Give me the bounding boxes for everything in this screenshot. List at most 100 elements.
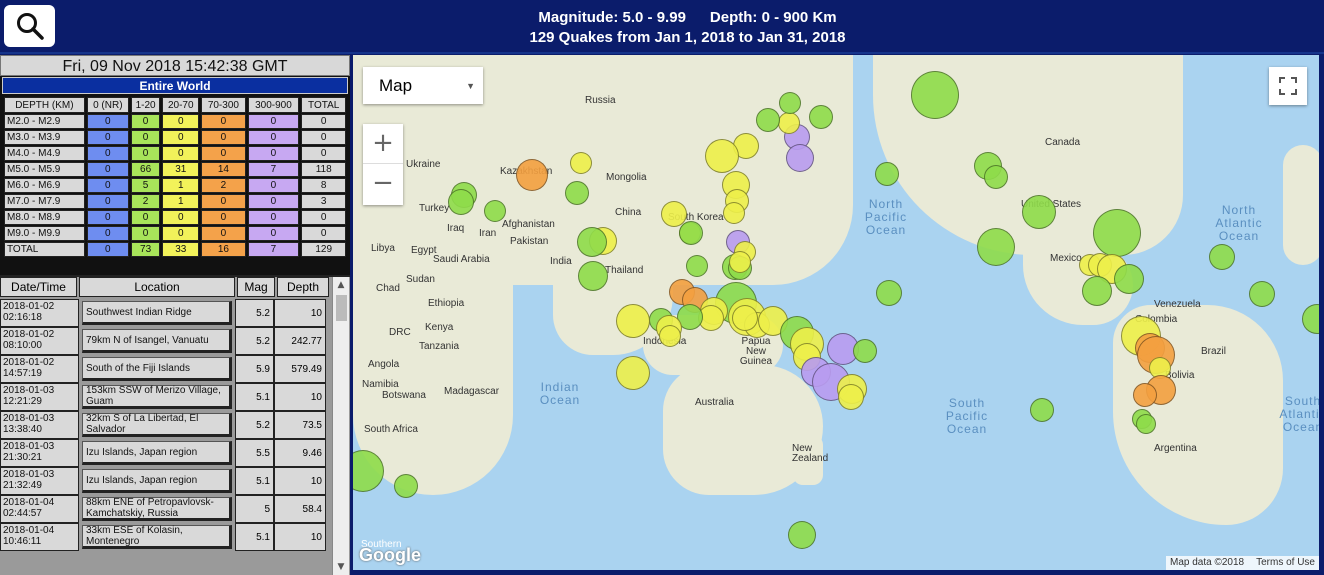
quake-marker[interactable] bbox=[1249, 281, 1275, 307]
stats-cell[interactable]: 129 bbox=[301, 242, 346, 257]
stats-cell[interactable]: 118 bbox=[301, 162, 346, 177]
quake-location-button[interactable]: 153km SSW of Merizo Village, Guam bbox=[82, 385, 232, 409]
quake-row[interactable]: 2018-01-02 08:10:00 79km N of Isangel, Van… bbox=[0, 327, 330, 355]
quake-marker[interactable] bbox=[1022, 195, 1056, 229]
stats-cell[interactable]: 0 bbox=[130, 146, 161, 161]
quake-marker[interactable] bbox=[756, 108, 780, 132]
quake-marker[interactable] bbox=[616, 304, 650, 338]
stats-cell[interactable]: 0 bbox=[86, 130, 129, 145]
stats-cell[interactable]: 2 bbox=[201, 178, 246, 193]
stats-cell[interactable]: 0 bbox=[86, 226, 129, 241]
scroll-down-icon[interactable]: ▼ bbox=[333, 559, 349, 575]
quake-marker[interactable] bbox=[448, 189, 474, 215]
quake-marker[interactable] bbox=[1133, 383, 1157, 407]
quake-marker[interactable] bbox=[1114, 264, 1144, 294]
quake-marker[interactable] bbox=[778, 112, 800, 134]
stats-cell[interactable]: 0 bbox=[301, 210, 346, 225]
quake-marker[interactable] bbox=[705, 139, 739, 173]
stats-cell[interactable]: 0 bbox=[301, 130, 346, 145]
stats-cell[interactable]: 0 bbox=[301, 114, 346, 129]
quake-marker[interactable] bbox=[1302, 304, 1319, 334]
stats-cell[interactable]: 1 bbox=[162, 178, 200, 193]
quake-marker[interactable] bbox=[484, 200, 506, 222]
stats-cell[interactable]: 0 bbox=[201, 226, 246, 241]
quake-marker[interactable] bbox=[616, 356, 650, 390]
quake-marker[interactable] bbox=[876, 280, 902, 306]
map-type-select[interactable]: Map ▼ bbox=[363, 67, 483, 104]
stats-cell[interactable]: 8 bbox=[301, 178, 346, 193]
quake-marker[interactable] bbox=[570, 152, 592, 174]
quake-marker[interactable] bbox=[686, 255, 708, 277]
stats-cell[interactable]: 0 bbox=[201, 130, 246, 145]
stats-cell[interactable]: 0 bbox=[162, 226, 200, 241]
quake-location-button[interactable]: 32km S of La Libertad, El Salvador bbox=[82, 413, 232, 437]
quake-location-button[interactable]: 79km N of Isangel, Vanuatu bbox=[82, 329, 232, 353]
quake-marker[interactable] bbox=[838, 384, 864, 410]
quake-row[interactable]: 2018-01-03 13:38:40 32km S of La Libertad,… bbox=[0, 411, 330, 439]
stats-cell[interactable]: 0 bbox=[130, 130, 161, 145]
stats-cell[interactable]: 0 bbox=[247, 210, 300, 225]
quake-marker[interactable] bbox=[788, 521, 816, 549]
stats-cell[interactable]: 0 bbox=[247, 114, 300, 129]
quake-marker[interactable] bbox=[729, 251, 751, 273]
stats-cell[interactable]: 0 bbox=[162, 146, 200, 161]
fullscreen-button[interactable] bbox=[1269, 67, 1307, 105]
stats-cell[interactable]: 0 bbox=[86, 178, 129, 193]
quake-marker[interactable] bbox=[977, 228, 1015, 266]
quake-row[interactable]: 2018-01-03 12:21:29 153km SSW of Merizo Vi… bbox=[0, 383, 330, 411]
quake-marker[interactable] bbox=[853, 339, 877, 363]
list-scrollbar[interactable]: ▲ ▼ bbox=[332, 277, 349, 575]
col-location-header[interactable]: Location bbox=[79, 277, 235, 297]
stats-cell[interactable]: 0 bbox=[247, 146, 300, 161]
quake-marker[interactable] bbox=[1209, 244, 1235, 270]
terms-link[interactable]: Terms of Use bbox=[1256, 557, 1315, 569]
stats-cell[interactable]: 7 bbox=[247, 242, 300, 257]
col-date-header[interactable]: Date/Time bbox=[0, 277, 77, 297]
stats-cell[interactable]: 1 bbox=[162, 194, 200, 209]
stats-cell[interactable]: 0 bbox=[247, 226, 300, 241]
quake-row[interactable]: 2018-01-02 14:57:19 South of the Fiji Isla… bbox=[0, 355, 330, 383]
zoom-in-button[interactable]: + bbox=[363, 124, 403, 164]
quake-marker[interactable] bbox=[786, 144, 814, 172]
quake-marker[interactable] bbox=[1030, 398, 1054, 422]
stats-cell[interactable]: 0 bbox=[201, 210, 246, 225]
stats-cell[interactable]: 0 bbox=[201, 146, 246, 161]
stats-cell[interactable]: 0 bbox=[162, 114, 200, 129]
quake-marker[interactable] bbox=[565, 181, 589, 205]
quake-location-button[interactable]: Izu Islands, Japan region bbox=[82, 469, 232, 493]
quake-marker[interactable] bbox=[577, 227, 607, 257]
stats-cell[interactable]: 0 bbox=[130, 114, 161, 129]
stats-cell[interactable]: 0 bbox=[130, 210, 161, 225]
stats-cell[interactable]: 0 bbox=[86, 194, 129, 209]
scroll-up-icon[interactable]: ▲ bbox=[333, 277, 349, 293]
quake-row[interactable]: 2018-01-03 21:30:21 Izu Islands, Japan reg… bbox=[0, 439, 330, 467]
quake-marker[interactable] bbox=[809, 105, 833, 129]
quake-marker[interactable] bbox=[911, 71, 959, 119]
quake-location-button[interactable]: South of the Fiji Islands bbox=[82, 357, 232, 381]
stats-cell[interactable]: 31 bbox=[162, 162, 200, 177]
stats-cell[interactable]: 0 bbox=[86, 210, 129, 225]
quake-marker[interactable] bbox=[1093, 209, 1141, 257]
stats-cell[interactable]: 16 bbox=[201, 242, 246, 257]
col-mag-header[interactable]: Mag bbox=[237, 277, 275, 297]
stats-cell[interactable]: 73 bbox=[130, 242, 161, 257]
stats-cell[interactable]: 0 bbox=[247, 178, 300, 193]
search-button[interactable] bbox=[4, 5, 55, 47]
stats-cell[interactable]: 0 bbox=[201, 114, 246, 129]
stats-cell[interactable]: 0 bbox=[86, 114, 129, 129]
quake-marker[interactable] bbox=[732, 305, 758, 331]
quake-marker[interactable] bbox=[984, 165, 1008, 189]
stats-cell[interactable]: 0 bbox=[301, 146, 346, 161]
quake-marker[interactable] bbox=[875, 162, 899, 186]
stats-cell[interactable]: 66 bbox=[130, 162, 161, 177]
stats-cell[interactable]: 0 bbox=[86, 162, 129, 177]
quake-marker[interactable] bbox=[1082, 276, 1112, 306]
stats-cell[interactable]: 0 bbox=[247, 130, 300, 145]
quake-row[interactable]: 2018-01-04 02:44:57 88km ENE of Petropavlo… bbox=[0, 495, 330, 523]
stats-cell[interactable]: 14 bbox=[201, 162, 246, 177]
zoom-out-button[interactable]: − bbox=[363, 164, 403, 204]
stats-cell[interactable]: 7 bbox=[247, 162, 300, 177]
quake-marker[interactable] bbox=[679, 221, 703, 245]
quake-location-button[interactable]: 33km ESE of Kolasin, Montenegro bbox=[82, 525, 232, 549]
quake-row[interactable]: 2018-01-02 02:16:18 Southwest Indian Ridge… bbox=[0, 299, 330, 327]
